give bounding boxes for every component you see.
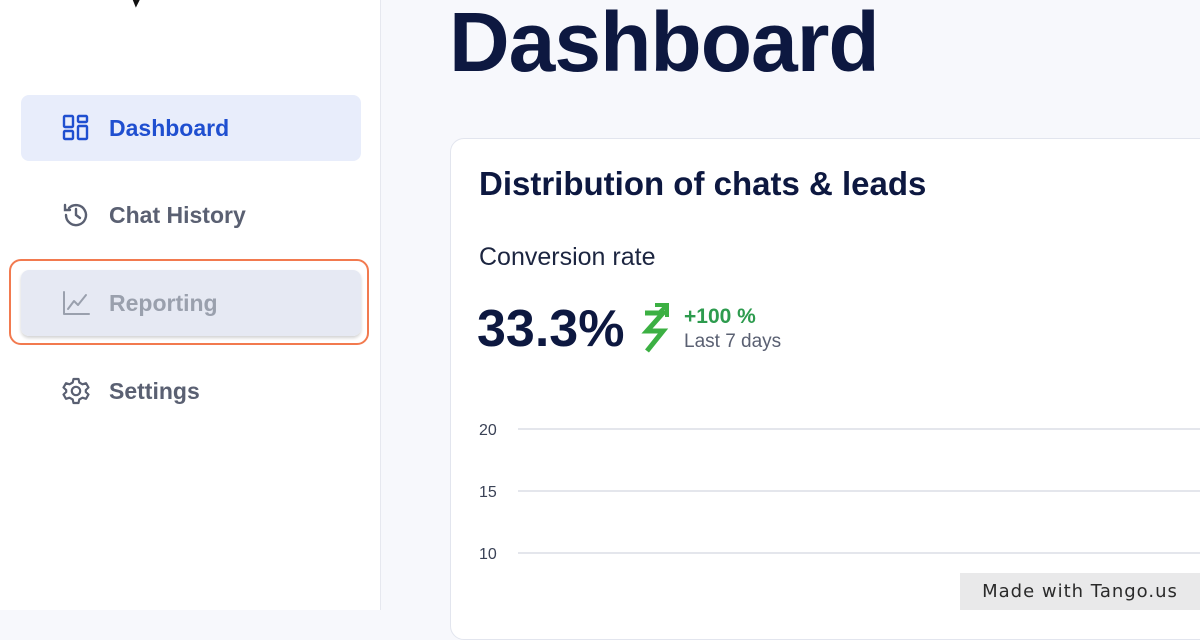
line-chart-icon xyxy=(61,288,91,318)
trend-up-arrow-icon xyxy=(641,303,669,353)
sidebar-item-label: Reporting xyxy=(109,289,218,316)
sidebar-item-label: Settings xyxy=(109,377,200,404)
conversion-rate-value: 33.3% xyxy=(477,300,625,358)
sidebar-item-dashboard[interactable]: Dashboard xyxy=(21,95,361,161)
history-clock-icon xyxy=(61,200,91,230)
delta-period: Last 7 days xyxy=(684,331,782,352)
sidebar: Dashboard Chat History Reporting Setting… xyxy=(0,0,381,610)
tango-watermark: Made with Tango.us xyxy=(960,573,1200,610)
logo-icon xyxy=(132,0,140,8)
page-title: Dashboard xyxy=(449,0,880,89)
y-tick-label: 10 xyxy=(479,546,497,563)
chats-leads-card: Distribution of chats & leads Conversion… xyxy=(450,138,1200,640)
y-tick-label: 20 xyxy=(479,422,497,439)
sidebar-item-chat-history[interactable]: Chat History xyxy=(21,182,361,248)
sidebar-item-reporting[interactable]: Reporting xyxy=(21,270,361,336)
delta-value: +100 % xyxy=(684,305,756,328)
sidebar-item-label: Chat History xyxy=(109,201,246,228)
main-content: Dashboard Distribution of chats & leads … xyxy=(381,0,1200,640)
conversion-rate-label: Conversion rate xyxy=(479,243,656,271)
dashboard-grid-icon xyxy=(61,113,91,143)
gear-icon xyxy=(61,376,91,406)
y-tick-label: 15 xyxy=(479,484,497,501)
sidebar-item-settings[interactable]: Settings xyxy=(21,358,361,424)
sidebar-item-label: Dashboard xyxy=(109,114,230,141)
card-title: Distribution of chats & leads xyxy=(479,165,927,202)
